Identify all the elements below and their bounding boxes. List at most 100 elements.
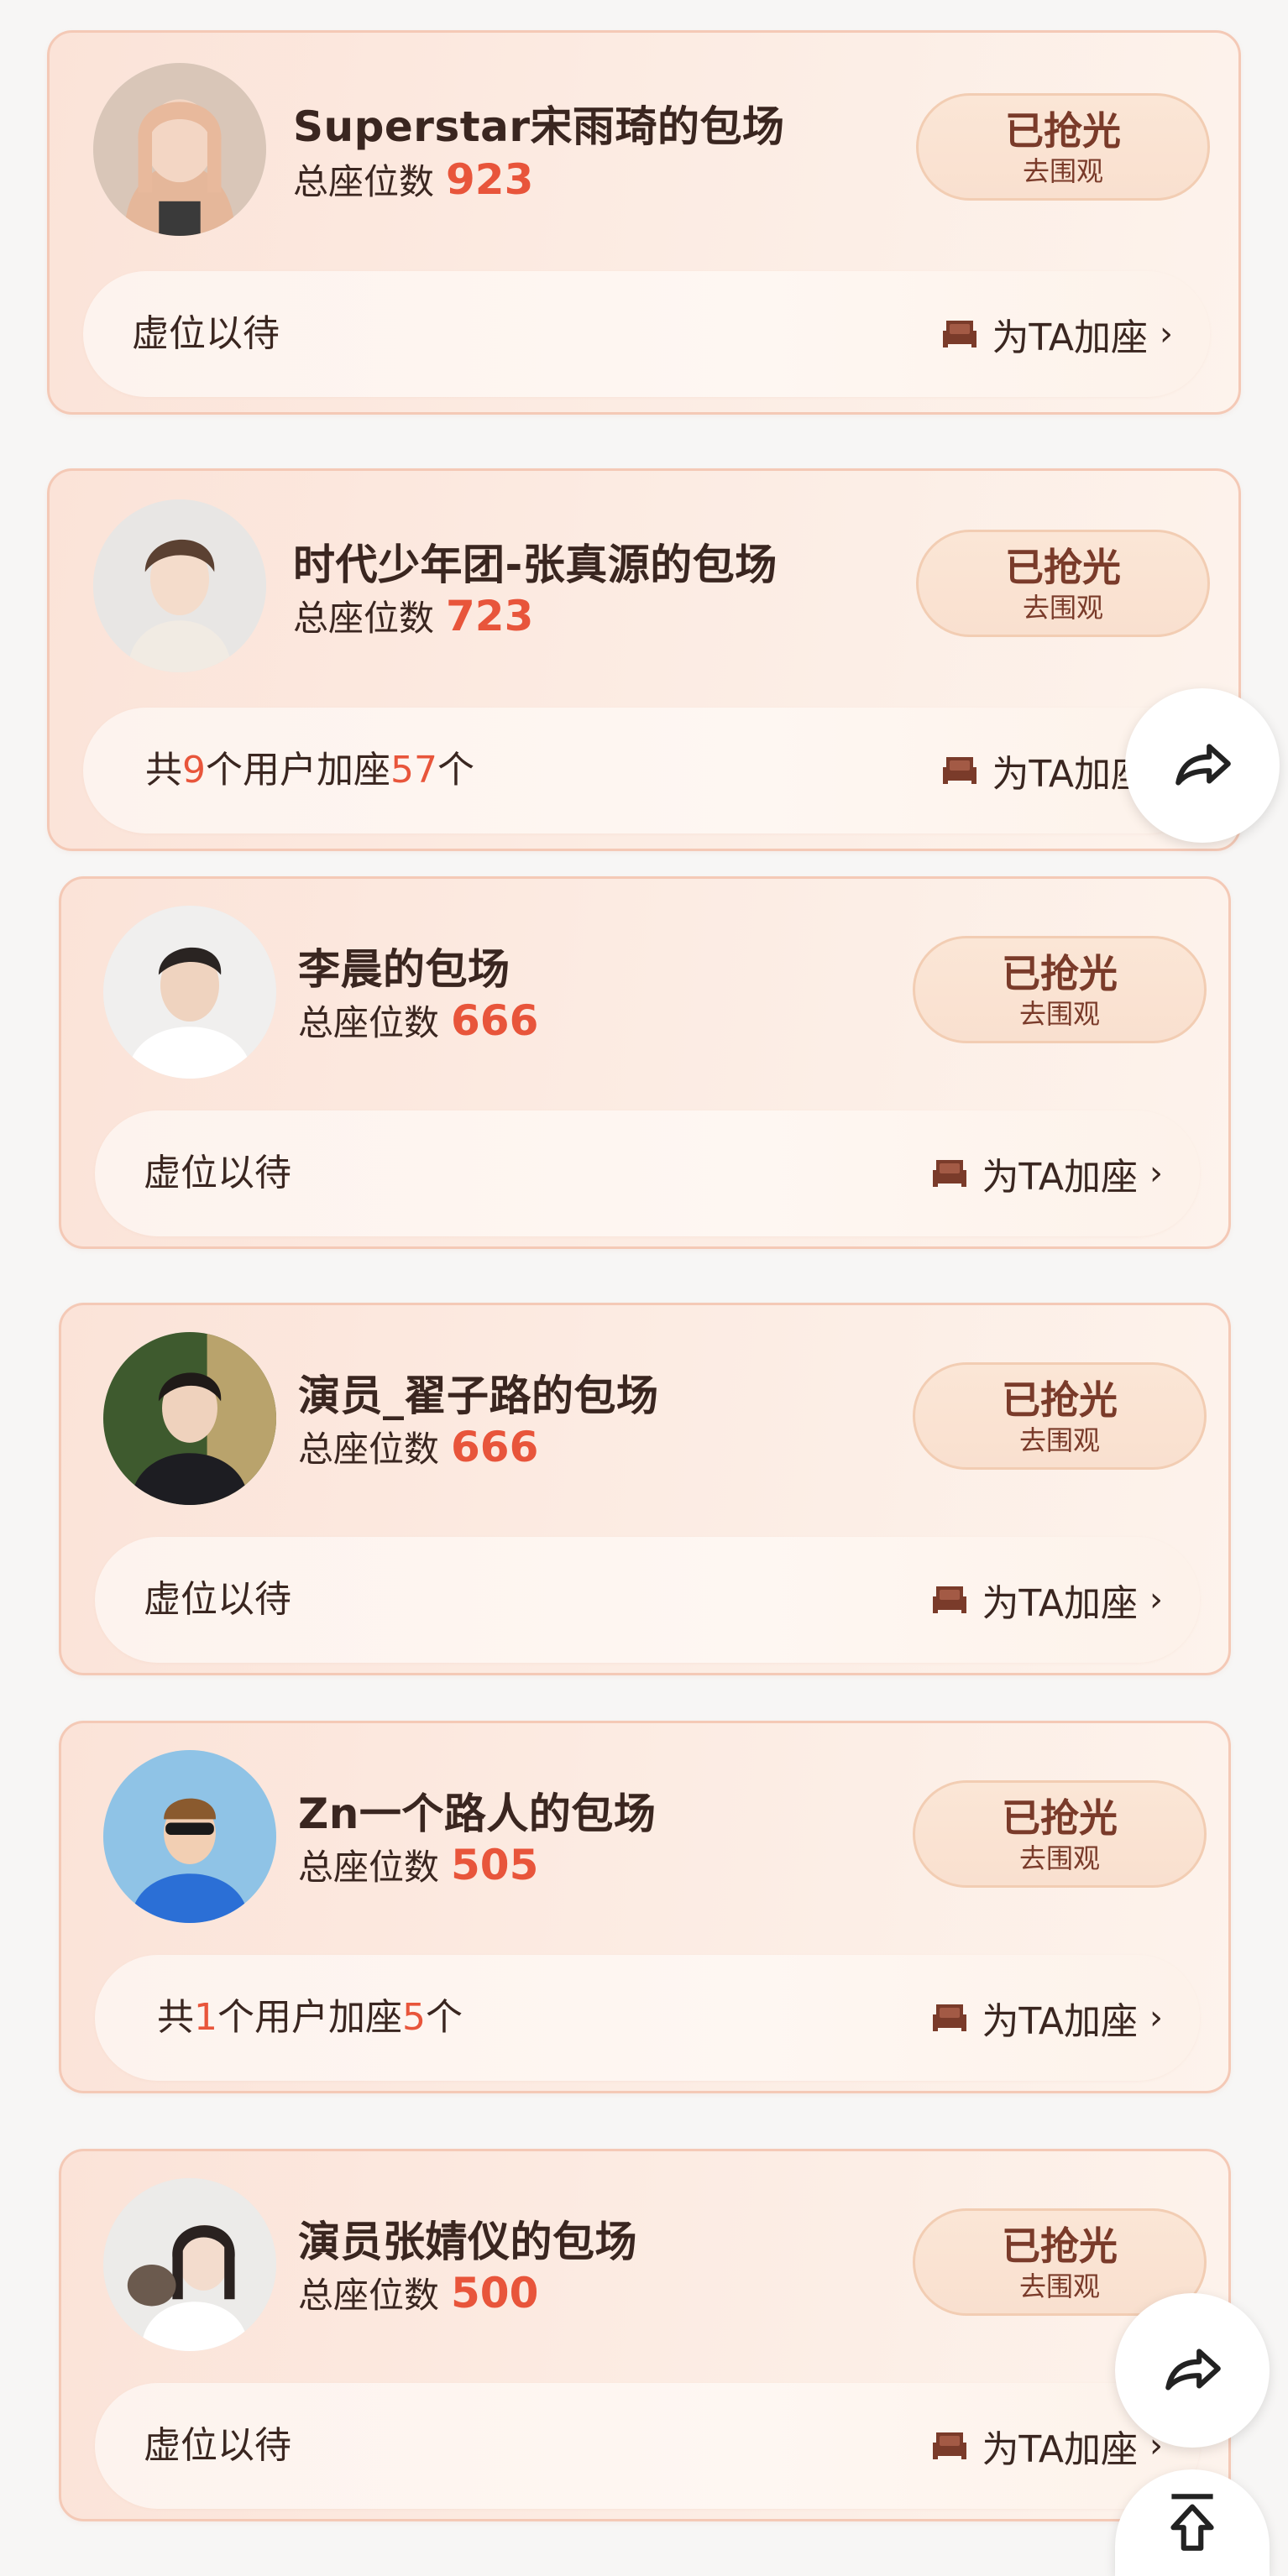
sold-out-label: 已抢光 xyxy=(1005,108,1121,154)
bar-prefix: 共 xyxy=(145,749,182,792)
avatar[interactable] xyxy=(103,1332,276,1505)
back-to-top-icon xyxy=(1170,2494,1214,2551)
card-3: 李晨的包场 总座位数 666 已抢光 去围观 虚位以待 为TA加座 › xyxy=(59,876,1231,1249)
bar-status-text: 虚位以待 xyxy=(144,2424,291,2467)
card-5: Zn一个路人的包场 总座位数 505 已抢光 去围观 共1个用户加座5个 为TA加… xyxy=(59,1721,1231,2093)
avatar[interactable] xyxy=(93,499,266,672)
seat-label: 总座位数 xyxy=(298,1429,440,1470)
added-seat-count: 5 xyxy=(402,1996,426,2039)
add-seat-link[interactable]: 为TA加座 › xyxy=(929,1537,1163,1663)
card-2: 时代少年团-张真源的包场 总座位数 723 已抢光 去围观 共9个用户加座57个 … xyxy=(47,468,1241,851)
bar-status-text: 虚位以待 xyxy=(144,1152,291,1194)
card-title: Zn一个路人的包场 xyxy=(298,1790,657,1838)
add-seat-link[interactable]: 为TA加座 › xyxy=(929,1955,1163,2081)
add-seat-bar[interactable]: 虚位以待 为TA加座 › xyxy=(83,271,1210,397)
add-seat-link[interactable]: 为TA加座 › xyxy=(929,1110,1163,1236)
bar-status-text: 共9个用户加座57个 xyxy=(145,708,474,833)
sold-out-button[interactable]: 已抢光 去围观 xyxy=(913,1780,1207,1888)
sold-out-button[interactable]: 已抢光 去围观 xyxy=(913,936,1207,1043)
sold-out-button[interactable]: 已抢光 去围观 xyxy=(916,93,1210,201)
spectate-label: 去围观 xyxy=(1022,592,1103,624)
card-title: 李晨的包场 xyxy=(298,945,510,994)
seat-count: 723 xyxy=(446,592,534,640)
seat-count: 923 xyxy=(446,155,534,204)
add-seat-link[interactable]: 为TA加座 › xyxy=(940,271,1173,397)
bar-suffix: 个 xyxy=(437,749,474,792)
card-1: Superstar宋雨琦的包场 总座位数 923 已抢光 去围观 虚位以待 为TA… xyxy=(47,30,1241,415)
avatar-photo-icon xyxy=(103,906,276,1079)
avatar-photo-icon xyxy=(93,63,266,236)
card-4: 演员_翟子路的包场 总座位数 666 已抢光 去围观 虚位以待 为TA加座 › xyxy=(59,1303,1231,1675)
seat-count: 500 xyxy=(451,2269,539,2317)
card-6: 演员张婧仪的包场 总座位数 500 已抢光 去围观 虚位以待 为TA加座 › xyxy=(59,2149,1231,2521)
bar-middle: 个用户加座 xyxy=(217,1996,402,2039)
sold-out-label: 已抢光 xyxy=(1005,545,1121,590)
spectate-label: 去围观 xyxy=(1022,155,1103,187)
bar-middle: 个用户加座 xyxy=(206,749,390,792)
sofa-icon xyxy=(943,321,977,347)
sofa-icon xyxy=(943,757,977,784)
seat-label: 总座位数 xyxy=(298,1847,440,1888)
share-button-top[interactable] xyxy=(1125,688,1280,843)
spectate-label: 去围观 xyxy=(1018,2270,1100,2302)
share-button[interactable] xyxy=(1115,2293,1270,2448)
add-seat-bar[interactable]: 共1个用户加座5个 为TA加座 › xyxy=(95,1955,1200,2081)
spectate-label: 去围观 xyxy=(1018,998,1100,1030)
sold-out-label: 已抢光 xyxy=(1002,1377,1118,1423)
share-arrow-icon xyxy=(1165,2349,1221,2391)
spectate-label: 去围观 xyxy=(1018,1842,1100,1874)
seat-count: 666 xyxy=(451,996,539,1045)
add-seat-label: 为TA加座 xyxy=(982,2000,1138,2043)
avatar-photo-icon xyxy=(93,499,266,672)
spectate-label: 去围观 xyxy=(1018,1424,1100,1456)
card-title: Superstar宋雨琦的包场 xyxy=(293,102,785,151)
bar-suffix: 个 xyxy=(426,1996,463,2039)
avatar[interactable] xyxy=(103,906,276,1079)
add-seat-bar[interactable]: 共9个用户加座57个 为TA加座 › xyxy=(83,708,1210,833)
chevron-right-icon: › xyxy=(1149,1999,1163,2037)
avatar-photo-icon xyxy=(103,2178,276,2351)
avatar-photo-icon xyxy=(103,1750,276,1923)
user-count: 1 xyxy=(194,1996,217,2039)
card-title: 演员张婧仪的包场 xyxy=(298,2218,637,2266)
add-seat-label: 为TA加座 xyxy=(982,1582,1138,1625)
share-arrow-icon xyxy=(1175,744,1231,786)
seat-count: 666 xyxy=(451,1423,539,1471)
card-title: 时代少年团-张真源的包场 xyxy=(293,541,778,589)
sold-out-label: 已抢光 xyxy=(1002,2223,1118,2269)
add-seat-label: 为TA加座 xyxy=(992,753,1148,796)
sold-out-button[interactable]: 已抢光 去围观 xyxy=(913,1362,1207,1470)
added-seat-count: 57 xyxy=(390,749,437,792)
add-seat-bar[interactable]: 虚位以待 为TA加座 › xyxy=(95,1537,1200,1663)
seat-label: 总座位数 xyxy=(298,1002,440,1043)
seat-total: 总座位数 666 xyxy=(298,1421,538,1472)
seat-label: 总座位数 xyxy=(293,161,435,202)
chevron-right-icon: › xyxy=(1149,1581,1163,1619)
sofa-icon xyxy=(933,2432,967,2459)
add-seat-label: 为TA加座 xyxy=(982,2428,1138,2471)
bar-status-text: 虚位以待 xyxy=(144,1578,291,1621)
seat-total: 总座位数 923 xyxy=(293,154,533,205)
add-seat-bar[interactable]: 虚位以待 为TA加座 › xyxy=(95,1110,1200,1236)
avatar[interactable] xyxy=(103,2178,276,2351)
add-seat-bar[interactable]: 虚位以待 为TA加座 › xyxy=(95,2383,1200,2509)
sold-out-button[interactable]: 已抢光 去围观 xyxy=(916,530,1210,637)
bar-status-text: 共1个用户加座5个 xyxy=(157,1955,463,2081)
seat-total: 总座位数 723 xyxy=(293,590,533,641)
seat-total: 总座位数 500 xyxy=(298,2267,538,2318)
avatar[interactable] xyxy=(103,1750,276,1923)
seat-total: 总座位数 666 xyxy=(298,995,538,1046)
seat-total: 总座位数 505 xyxy=(298,1839,538,1890)
avatar[interactable] xyxy=(93,63,266,236)
chevron-right-icon: › xyxy=(1149,1154,1163,1193)
sold-out-label: 已抢光 xyxy=(1002,1795,1118,1841)
seat-label: 总座位数 xyxy=(293,598,435,639)
chevron-right-icon: › xyxy=(1160,315,1173,353)
add-seat-label: 为TA加座 xyxy=(982,1156,1138,1199)
seat-label: 总座位数 xyxy=(298,2275,440,2316)
bar-prefix: 共 xyxy=(157,1996,194,2039)
bar-status-text: 虚位以待 xyxy=(132,312,280,355)
sofa-icon xyxy=(933,1586,967,1613)
sofa-icon xyxy=(933,1160,967,1187)
sold-out-label: 已抢光 xyxy=(1002,951,1118,996)
